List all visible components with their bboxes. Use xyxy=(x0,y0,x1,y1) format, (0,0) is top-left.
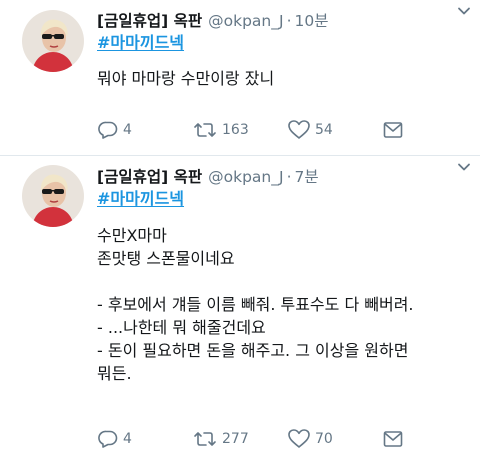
author-name[interactable]: [금일휴업] 옥판 xyxy=(97,166,202,188)
like-button[interactable]: 70 xyxy=(288,429,383,448)
reply-icon xyxy=(98,121,118,139)
author-name[interactable]: [금일휴업] 옥판 xyxy=(97,10,202,32)
hashtag-link[interactable]: #마마끼드넥 xyxy=(97,32,468,54)
retweet-count: 277 xyxy=(222,430,249,447)
chevron-down-icon[interactable] xyxy=(456,159,472,175)
share-icon xyxy=(383,430,403,447)
share-button[interactable] xyxy=(383,121,408,139)
reply-count: 4 xyxy=(123,121,132,138)
author-handle[interactable]: @okpan_J xyxy=(208,166,283,188)
separator-dot: · xyxy=(286,12,292,30)
retweet-count: 163 xyxy=(222,121,249,138)
share-icon xyxy=(383,121,403,138)
tweet-text-line: 수만X마마 xyxy=(97,226,167,245)
heart-icon xyxy=(288,429,310,448)
reply-button[interactable]: 4 xyxy=(98,121,193,139)
retweet-button[interactable]: 163 xyxy=(193,121,288,139)
avatar[interactable] xyxy=(22,10,84,72)
reply-count: 4 xyxy=(123,430,132,447)
separator-dot: · xyxy=(286,168,292,186)
heart-icon xyxy=(288,120,310,139)
tweet-text-line: - 돈이 필요하면 돈을 해주고. 그 이상을 원하면 xyxy=(97,341,409,360)
retweet-button[interactable]: 277 xyxy=(193,430,288,448)
tweet-actions: 4 163 54 xyxy=(98,120,408,139)
tweet-header: [금일휴업] 옥판 @okpan_J · 10분 xyxy=(97,10,468,32)
retweet-icon xyxy=(194,431,216,446)
tweet-text-line: 존맛탱 스폰물이네요 xyxy=(97,249,235,268)
tweet-text-line: - ...나한테 뭐 해줄건데요 xyxy=(97,318,266,337)
tweet[interactable]: [금일휴업] 옥판 @okpan_J · 7분 #마마끼드넥 수만X마마 존맛탱… xyxy=(0,155,480,468)
tweet-actions: 4 277 70 xyxy=(98,429,408,448)
timestamp[interactable]: 7분 xyxy=(295,166,319,188)
tweet-text: 뭐야 마마랑 수만이랑 잤니 xyxy=(97,69,275,88)
timestamp[interactable]: 10분 xyxy=(295,10,329,32)
tweet-header: [금일휴업] 옥판 @okpan_J · 7분 xyxy=(97,166,468,188)
reply-button[interactable]: 4 xyxy=(98,430,193,448)
like-button[interactable]: 54 xyxy=(288,120,383,139)
tweet-text-line xyxy=(97,270,468,293)
tweet[interactable]: [금일휴업] 옥판 @okpan_J · 10분 #마마끼드넥 뭐야 마마랑 수… xyxy=(0,0,480,155)
tweet-text-line: - 후보에서 걔들 이름 빼줘. 투표수도 다 빼버려. xyxy=(97,295,414,314)
like-count: 54 xyxy=(315,121,333,138)
tweet-text-line: 뭐든. xyxy=(97,364,132,383)
avatar[interactable] xyxy=(22,165,84,227)
share-button[interactable] xyxy=(383,430,408,448)
hashtag-link[interactable]: #마마끼드넥 xyxy=(97,188,468,210)
retweet-icon xyxy=(194,122,216,137)
author-handle[interactable]: @okpan_J xyxy=(208,10,283,32)
chevron-down-icon[interactable] xyxy=(456,3,472,19)
reply-icon xyxy=(98,430,118,448)
like-count: 70 xyxy=(315,430,333,447)
